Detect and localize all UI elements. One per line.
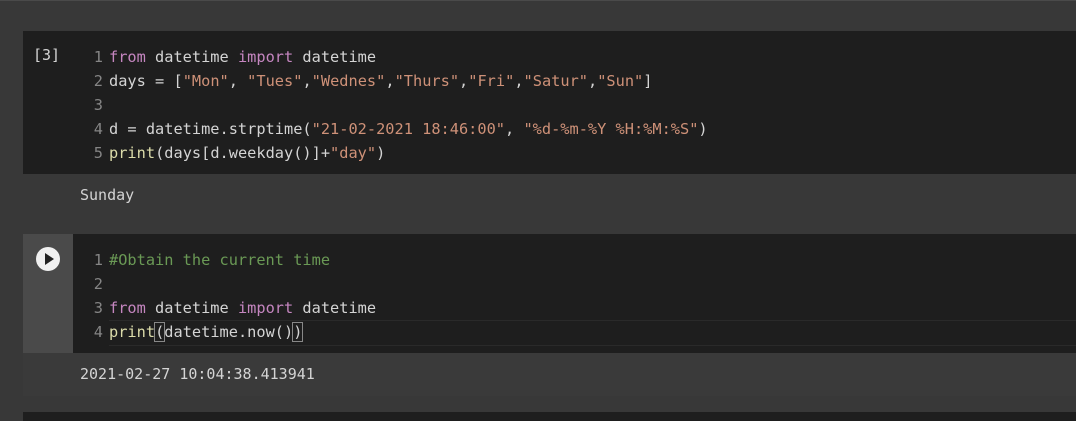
code-token: datetime [145, 299, 238, 317]
line-number: 2 [93, 275, 103, 293]
code-line[interactable]: 2 days = ["Mon", "Tues","Wednes","Thurs",… [73, 69, 1076, 93]
code-token: , [385, 72, 395, 90]
cell-gutter: [3] [23, 31, 73, 174]
code-area[interactable]: 1 #Obtain the current time 2 3 from dateti… [73, 248, 1076, 346]
line-number: 4 [93, 120, 103, 138]
code-token: ) [376, 144, 386, 162]
code-token: "Fri" [468, 72, 515, 90]
code-token: import [237, 48, 294, 66]
output-text: Sunday [80, 186, 135, 204]
code-token: "%d-%m-%Y %H:%M:%S" [523, 120, 699, 138]
execution-count: [3] [33, 46, 61, 64]
code-token: , [459, 72, 469, 90]
code-token: datetime [293, 299, 377, 317]
code-editor[interactable]: [3] 1 from datetime import datetime 2 days… [23, 31, 1076, 174]
line-number: 4 [93, 323, 103, 341]
code-token: "21-02-2021 18:46:00" [311, 120, 506, 138]
code-token: , [505, 120, 524, 138]
code-token: "Mon" [182, 72, 229, 90]
code-token: "Thurs" [394, 72, 460, 90]
code-line[interactable]: 4 d = datetime.strptime("21-02-2021 18:46… [73, 117, 1076, 141]
line-number: 1 [93, 48, 103, 66]
code-token: #Obtain the current time [109, 251, 331, 269]
code-line[interactable]: 3 [73, 93, 1076, 117]
line-number: 1 [93, 251, 103, 269]
code-token: import [237, 299, 294, 317]
code-token: "Tues" [247, 72, 303, 90]
code-token: ) [698, 120, 708, 138]
code-token: "Satur" [523, 72, 588, 90]
code-line-active[interactable]: 4 print(datetime.now()) [73, 320, 1076, 346]
code-token: datetime [145, 48, 238, 66]
top-divider [0, 0, 1076, 1]
code-cell-1[interactable]: [3] 1 from datetime import datetime 2 days… [23, 31, 1076, 219]
code-cell-2[interactable]: 1 #Obtain the current time 2 3 from dateti… [23, 234, 1076, 396]
code-line[interactable]: 2 [73, 272, 1076, 296]
output-text: 2021-02-27 10:04:38.413941 [80, 365, 315, 383]
code-token: ] [643, 72, 653, 90]
code-token: , [302, 72, 312, 90]
code-line[interactable]: 1 from datetime import datetime [73, 45, 1076, 69]
code-token: , [588, 72, 598, 90]
cell-output: 2021-02-27 10:04:38.413941 [23, 353, 1076, 396]
code-line[interactable]: 3 from datetime import datetime [73, 296, 1076, 320]
play-circle-icon[interactable] [36, 247, 60, 271]
code-token: , [514, 72, 524, 90]
next-cell-edge[interactable] [23, 412, 1076, 421]
code-token: , [228, 72, 248, 90]
code-token: print [109, 144, 156, 162]
code-editor[interactable]: 1 #Obtain the current time 2 3 from dateti… [23, 234, 1076, 353]
code-token: from [109, 299, 146, 317]
code-token: d = datetime.strptime( [109, 120, 312, 138]
cell-gutter [23, 234, 73, 353]
line-number: 3 [93, 96, 103, 114]
line-number: 2 [93, 72, 103, 90]
code-token: "Wednes" [311, 72, 386, 90]
line-number: 5 [93, 144, 103, 162]
code-token: datetime [293, 48, 377, 66]
cell-output: Sunday [23, 174, 1076, 219]
current-line-highlight [109, 320, 1076, 346]
line-number: 3 [93, 299, 103, 317]
code-token: days = [ [109, 72, 183, 90]
code-token: "Sun" [597, 72, 644, 90]
code-area[interactable]: 1 from datetime import datetime 2 days = [… [73, 45, 1076, 165]
code-line[interactable]: 5 print(days[d.weekday()]+"day") [73, 141, 1076, 165]
code-token: from [109, 48, 146, 66]
code-token: (days[d.weekday()]+ [155, 144, 331, 162]
code-line[interactable]: 1 #Obtain the current time [73, 248, 1076, 272]
code-token: "day" [330, 144, 377, 162]
